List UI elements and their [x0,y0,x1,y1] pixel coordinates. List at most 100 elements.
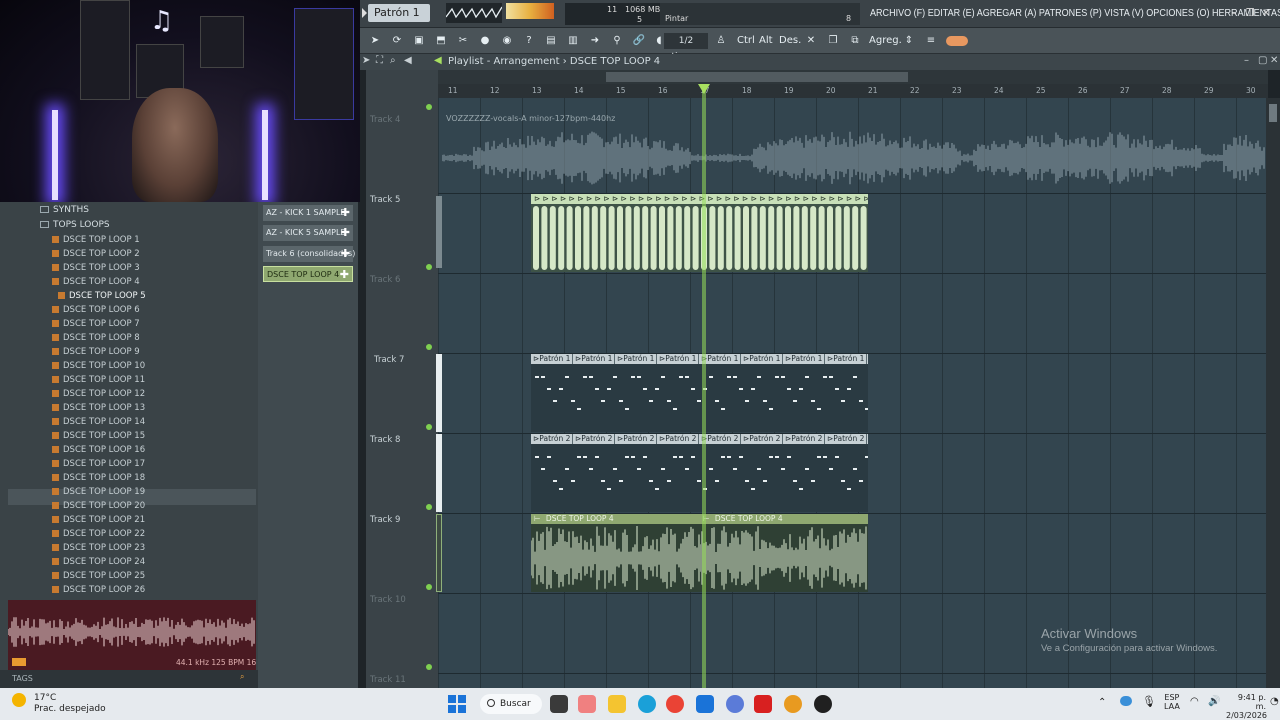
ctrl-button[interactable]: Ctrl [734,32,758,50]
track-led[interactable] [426,344,432,350]
snap-selector[interactable]: 1/2 tiemp. [664,33,708,62]
current-pattern[interactable]: DSCE TOP LOOP 4 [570,56,660,67]
vocal-waveform[interactable] [442,124,1266,192]
arrow-icon[interactable]: ➤ [362,55,370,66]
browser-item[interactable]: DSCE TOP LOOP 9 [52,347,140,357]
track-label[interactable]: Track 4 [370,115,400,125]
horizontal-scrollbar[interactable] [606,72,908,82]
browser-item[interactable]: DSCE TOP LOOP 26 [52,585,145,595]
track-label[interactable]: Track 8 [370,435,400,445]
arrow-tool-icon[interactable]: ➤ [366,32,384,50]
alt-button[interactable]: Alt [756,32,776,50]
browser-item[interactable]: DSCE TOP LOOP 10 [52,361,145,371]
close-icon[interactable]: ✕ [1270,55,1278,66]
delete-icon[interactable]: ✕ [802,32,820,50]
app-icon[interactable] [578,695,596,713]
chrome-icon[interactable] [666,695,684,713]
browser-item[interactable]: DSCE TOP LOOP 14 [52,417,145,427]
browser-item[interactable]: DSCE TOP LOOP 1 [52,235,140,245]
pattern-selector[interactable]: Patrón 1 [368,4,430,22]
browser-item[interactable]: DSCE TOP LOOP 6 [52,305,140,315]
mic-icon[interactable]: ● [476,32,494,50]
track-label[interactable]: Track 9 [370,515,400,525]
track-led[interactable] [426,664,432,670]
browser-item[interactable]: DSCE TOP LOOP 12 [52,389,145,399]
browser-item[interactable]: DSCE TOP LOOP 21 [52,515,145,525]
restore-icon[interactable]: ❐ [1244,8,1256,20]
app-icon[interactable] [754,695,772,713]
taskbar-search[interactable]: Buscar [480,694,542,714]
browser-item[interactable]: DSCE TOP LOOP 19 [52,487,145,497]
wifi-icon[interactable]: ◠ [1190,696,1199,707]
browser-item[interactable]: DSCE TOP LOOP 22 [52,529,145,539]
weather-widget[interactable]: 17°C Prac. despejado [12,693,106,714]
track-label[interactable]: Track 11 [370,675,406,685]
browser-item[interactable]: DSCE TOP LOOP 3 [52,263,140,273]
edge-icon[interactable] [638,695,656,713]
app-icon[interactable] [726,695,744,713]
audio-clip-loop[interactable]: ⊢ DSCE TOP LOOP 4 [531,514,700,592]
browser-item[interactable]: DSCE TOP LOOP 5 [58,291,146,301]
track-led[interactable] [426,264,432,270]
render-icon[interactable]: ⬒ [432,32,450,50]
browser-item[interactable]: DSCE TOP LOOP 4 [52,277,140,287]
browser-item[interactable]: DSCE TOP LOOP 2 [52,249,140,259]
browser-item[interactable]: DSCE TOP LOOP 23 [52,543,145,553]
browser-item[interactable]: DSCE TOP LOOP 20 [52,501,145,511]
bell-icon[interactable]: ◔ [1270,696,1279,707]
pattern-clip-2[interactable]: ⊳Patrón 2 ⊳Patrón 2 ⊳Patrón 2 ⊳Patrón 2 ⊳Pat… [531,434,868,512]
play-icon[interactable]: ◀ [434,55,442,66]
windows-start-icon[interactable] [448,695,466,713]
track-selector-strip[interactable] [436,514,442,592]
search-icon[interactable]: ⌕ [240,672,244,682]
cloud-icon[interactable] [1120,696,1132,706]
paste-icon[interactable]: ⧉ [846,32,864,50]
track-label[interactable]: Track 5 [370,195,400,205]
browser-item[interactable]: DSCE TOP LOOP 24 [52,557,145,567]
browser-item[interactable]: DSCE TOP LOOP 11 [52,375,145,385]
track-led[interactable] [426,424,432,430]
collapse-arrow-icon[interactable] [362,8,367,18]
track-label[interactable]: Track 10 [370,595,406,605]
pattern-clip-1[interactable]: ⊳Patrón 1 ⊳Patrón 1 ⊳Patrón 1 ⊳Patrón 1 ⊳Pat… [531,354,868,432]
audio-clip-loop[interactable]: ⊢ DSCE TOP LOOP 4 [700,514,868,592]
track-led[interactable] [426,584,432,590]
zoom-icon[interactable]: ⌕ [390,55,396,66]
vertical-scrollbar[interactable] [1266,98,1280,688]
chat-icon[interactable]: ◉ [498,32,516,50]
browser-folder[interactable]: SYNTHS [40,205,89,215]
volume-icon[interactable]: 🔊 [1208,696,1220,707]
loop-icon[interactable]: ⟳ [388,32,406,50]
picker-item[interactable]: Track 6 (consolidados) ✚ [263,246,355,262]
chevron-up-icon[interactable]: ⌃ [1098,697,1106,708]
link-icon[interactable]: 🔗 [630,32,648,50]
main-menu[interactable]: ARCHIVO (F) EDITAR (E) AGREGAR (A) PATRO… [870,7,1280,19]
clock[interactable]: 9:41 p. m. 2/03/2026 [1226,693,1267,720]
browser-item[interactable]: DSCE TOP LOOP 13 [52,403,145,413]
plugin-icon[interactable]: ⚲ [608,32,626,50]
minimize-icon[interactable]: – [1228,8,1240,20]
maximize-icon[interactable]: ▢ [1258,55,1267,66]
save-icon[interactable]: ▣ [410,32,428,50]
track-selector-strip[interactable] [436,434,442,512]
copy-icon[interactable]: ❐ [824,32,842,50]
close-icon[interactable]: ✕ [1260,8,1272,20]
app-icon[interactable] [814,695,832,713]
browser-item[interactable]: DSCE TOP LOOP 7 [52,319,140,329]
track-label[interactable]: Track 7 [374,355,404,365]
play-preview-icon[interactable] [12,658,26,666]
playhead-line[interactable] [702,84,706,688]
track-selector-strip[interactable] [436,354,442,432]
file-explorer-icon[interactable] [608,695,626,713]
next-icon[interactable]: ➜ [586,32,604,50]
track-led[interactable] [426,504,432,510]
browser-item[interactable]: DSCE TOP LOOP 17 [52,459,145,469]
browser-folder[interactable]: TOPS LOOPS [40,220,110,230]
store-icon[interactable] [696,695,714,713]
record-toggle[interactable] [946,36,968,46]
pin-icon[interactable]: ⇕ [900,32,918,50]
browser-item[interactable]: DSCE TOP LOOP 15 [52,431,145,441]
timeline-ruler[interactable]: 1112131415161718192021222324252627282930 [438,84,1268,98]
picker-item[interactable]: AZ - KICK 1 SAMPLE ✚ [263,205,353,221]
browser-item[interactable]: DSCE TOP LOOP 18 [52,473,145,483]
